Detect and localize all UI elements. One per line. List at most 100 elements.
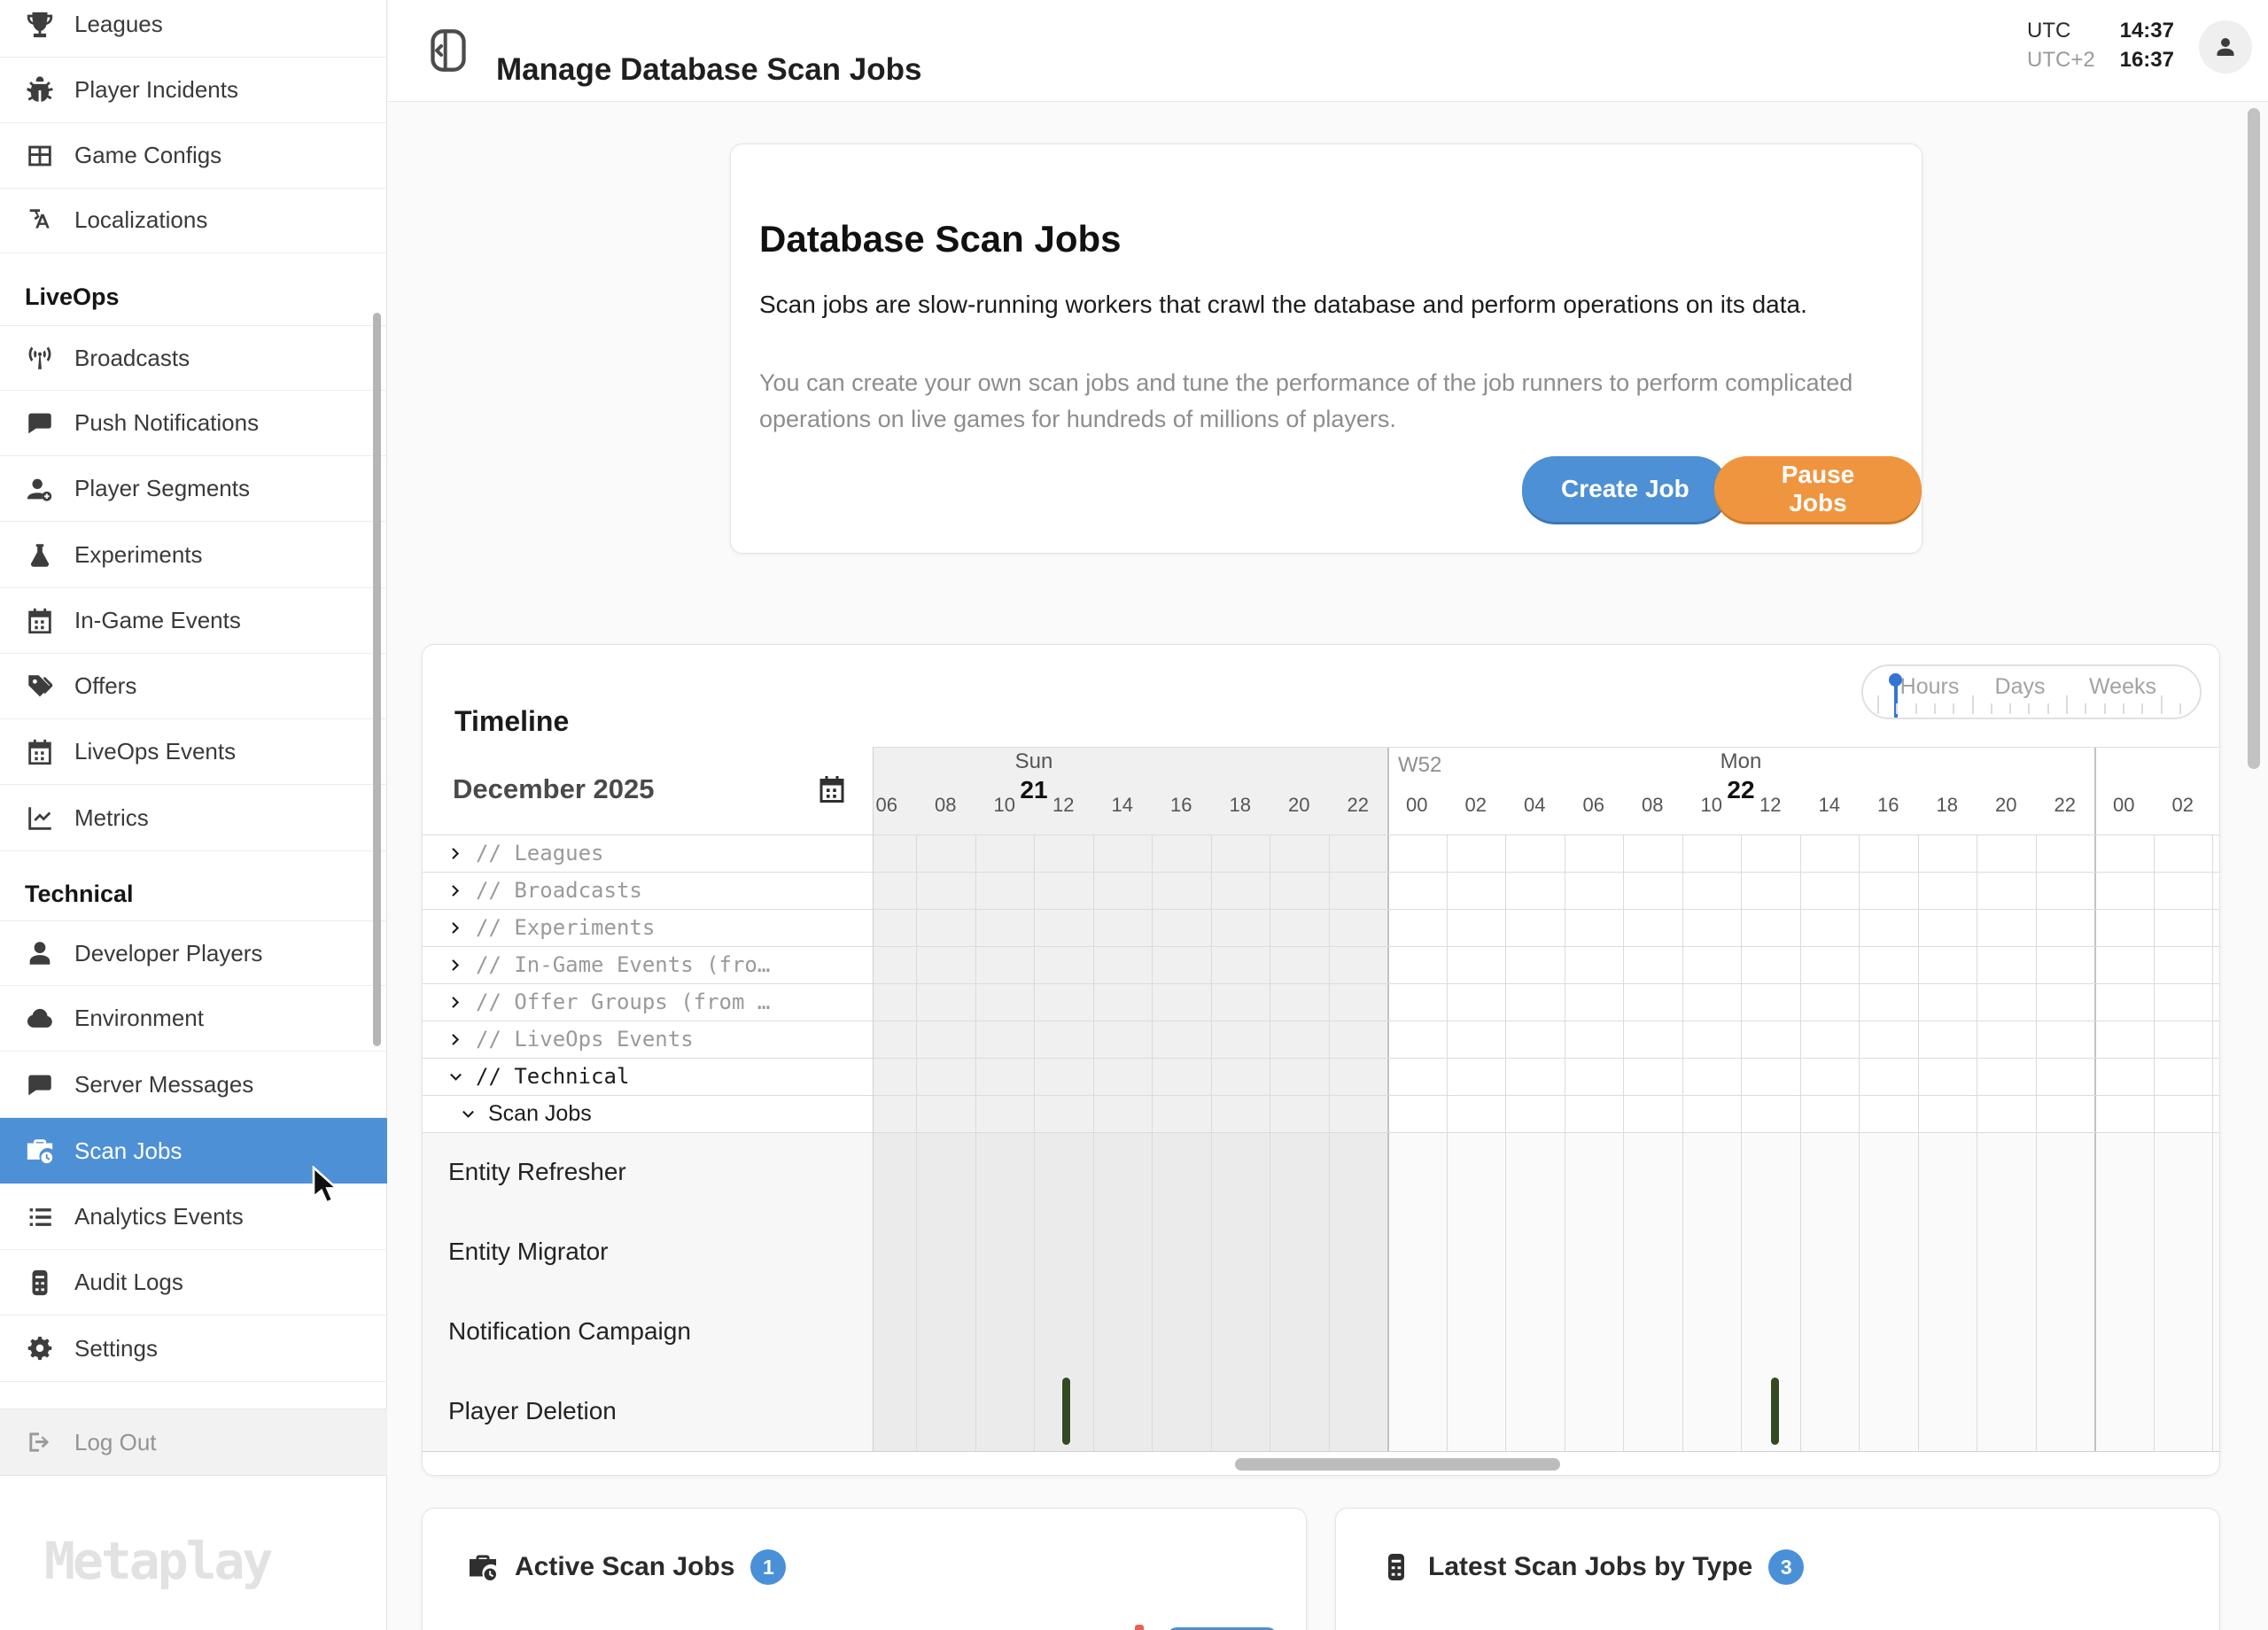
calendar-picker-icon[interactable] <box>816 773 848 805</box>
page-scrollbar[interactable] <box>2248 108 2260 769</box>
hour-gridline <box>1741 834 1742 1451</box>
chevron-down-icon[interactable] <box>461 1106 476 1122</box>
translate-icon <box>25 206 55 236</box>
sidebar-item-push-notifications[interactable]: Push Notifications <box>0 391 387 456</box>
count-badge: 3 <box>1768 1549 1804 1585</box>
sidebar-item-settings[interactable]: Settings <box>0 1316 387 1382</box>
sidebar-item-label: In-Game Events <box>74 607 241 634</box>
info-card-subdescription: You can create your own scan jobs and tu… <box>759 365 1893 438</box>
hour-gridline <box>2036 834 2037 1451</box>
chevron-right-icon[interactable] <box>448 920 463 935</box>
chevron-right-icon[interactable] <box>448 1032 463 1047</box>
sidebar-item-player-segments[interactable]: Player Segments <box>0 456 387 522</box>
user-avatar[interactable] <box>2199 20 2252 74</box>
sidebar-item-player-incidents[interactable]: Player Incidents <box>0 58 387 123</box>
sidebar-scrollbar[interactable] <box>373 313 381 1046</box>
flask-icon <box>25 540 55 570</box>
timeline-row-technical[interactable]: // Technical <box>423 1058 873 1095</box>
day-number-label: 22 <box>1727 776 1754 804</box>
chevron-right-icon[interactable] <box>448 995 463 1010</box>
active-scan-jobs-card: Active Scan Jobs1 <box>422 1508 1307 1630</box>
sidebar-item-environment[interactable]: Environment <box>0 986 387 1052</box>
chevron-right-icon[interactable] <box>448 846 463 861</box>
sidebar-item-leagues[interactable]: Leagues <box>0 0 387 58</box>
hour-gridline <box>2154 834 2155 1451</box>
job-row-entity-migrator: Entity Migrator <box>423 1212 873 1292</box>
timeline-row-leagues[interactable]: // Leagues <box>423 834 873 872</box>
local-tz-label: UTC+2 <box>2027 45 2095 74</box>
chevron-right-icon[interactable] <box>448 958 463 973</box>
timeline-row-broadcasts[interactable]: // Broadcasts <box>423 872 873 909</box>
sidebar-item-audit-logs[interactable]: Audit Logs <box>0 1250 387 1316</box>
chevron-down-icon[interactable] <box>448 1069 463 1084</box>
person-plus-icon <box>25 474 55 504</box>
sidebar-item-server-messages[interactable]: Server Messages <box>0 1052 387 1118</box>
trophy-icon <box>25 10 55 40</box>
pause-jobs-button[interactable]: Pause Jobs <box>1714 456 1922 522</box>
hour-tick-label: 16 <box>1877 794 1899 817</box>
hour-tick-label: 06 <box>1583 794 1604 817</box>
gear-icon <box>25 1334 55 1364</box>
timeline-group-scan-jobs[interactable]: Scan Jobs <box>423 1095 873 1132</box>
timeline-row-label: // Experiments <box>476 915 655 940</box>
hour-gridline <box>1034 834 1035 1451</box>
sidebar-collapse-icon[interactable] <box>431 28 466 73</box>
timeline-row-label: // In-Game Events (fro… <box>476 952 770 977</box>
timeline-row-label: // Leagues <box>476 841 604 865</box>
hour-tick-label: 14 <box>1819 794 1840 817</box>
timeline-month-cell: December 2025 <box>423 747 873 834</box>
sidebar-item-offers[interactable]: Offers <box>0 654 387 719</box>
sidebar-item-game-configs[interactable]: Game Configs <box>0 123 387 189</box>
week-number-label: W52 <box>1398 753 1441 778</box>
timeline-row-label: // Offer Groups (from … <box>476 990 770 1014</box>
timeline-row-offer-groups-from[interactable]: // Offer Groups (from … <box>423 983 873 1021</box>
job-run-marker[interactable] <box>1062 1378 1070 1445</box>
metaplay-logo: Metaplay <box>44 1531 270 1591</box>
sidebar-item-liveops-events[interactable]: LiveOps Events <box>0 719 387 785</box>
sidebar: Metaplay Leagues Player IncidentsGame Con… <box>0 0 387 1630</box>
logout-label: Log Out <box>74 1429 157 1456</box>
job-run-marker[interactable] <box>1771 1378 1779 1445</box>
table-icon <box>25 141 55 171</box>
hour-gridline <box>1918 834 1919 1451</box>
timeline-row-label: // LiveOps Events <box>476 1027 694 1052</box>
sidebar-item-label: Leagues <box>74 11 163 38</box>
grid-bottom-line <box>423 1451 2220 1452</box>
sidebar-item-in-game-events[interactable]: In-Game Events <box>0 588 387 654</box>
sidebar-item-label: Audit Logs <box>74 1269 183 1296</box>
briefcase-clock-icon <box>25 1136 55 1166</box>
sidebar-item-label: Push Notifications <box>74 409 259 437</box>
clipboard-icon <box>1380 1551 1412 1583</box>
page-title: Manage Database Scan Jobs <box>496 52 921 88</box>
chat-icon <box>25 1070 55 1100</box>
chevron-right-icon[interactable] <box>448 883 463 898</box>
timeline-grid: December 2025Sun21Mon22W5206081012141618… <box>423 645 2220 1476</box>
timeline-horizontal-scrollbar[interactable] <box>1235 1458 1560 1471</box>
hour-gridline <box>1859 834 1860 1451</box>
job-row-notification-campaign: Notification Campaign <box>423 1292 873 1371</box>
hour-gridline <box>1682 834 1683 1451</box>
sidebar-item-analytics-events[interactable]: Analytics Events <box>0 1184 387 1250</box>
sidebar-item-developer-players[interactable]: Developer Players <box>0 920 387 986</box>
sidebar-item-metrics[interactable]: Metrics <box>0 786 387 851</box>
hour-tick-label: 00 <box>2113 794 2134 817</box>
sidebar-item-experiments[interactable]: Experiments <box>0 523 387 588</box>
day-number-label: 21 <box>1020 776 1047 804</box>
timeline-row-liveops-events[interactable]: // LiveOps Events <box>423 1021 873 1058</box>
timeline-row-in-game-events-fro[interactable]: // In-Game Events (fro… <box>423 946 873 983</box>
timeline-card: Timeline Hours Days Weeks December 2025S… <box>422 644 2220 1476</box>
info-card-title: Database Scan Jobs <box>759 218 1122 260</box>
logout-button[interactable]: Log Out <box>0 1409 387 1476</box>
hour-gridline <box>2212 834 2213 1451</box>
sidebar-item-label: Experiments <box>74 541 203 569</box>
hour-tick-label: 18 <box>1937 794 1958 817</box>
hour-gridline <box>916 834 917 1451</box>
sidebar-item-broadcasts[interactable]: Broadcasts <box>0 325 387 391</box>
create-job-button[interactable]: Create Job <box>1522 456 1728 522</box>
hour-tick-label: 18 <box>1230 794 1251 817</box>
sidebar-item-label: Broadcasts <box>74 345 190 372</box>
hour-tick-label: 20 <box>1288 794 1309 817</box>
timeline-row-experiments[interactable]: // Experiments <box>423 909 873 946</box>
sidebar-item-scan-jobs[interactable]: Scan Jobs <box>0 1118 387 1184</box>
sidebar-item-localizations[interactable]: Localizations <box>0 188 387 253</box>
